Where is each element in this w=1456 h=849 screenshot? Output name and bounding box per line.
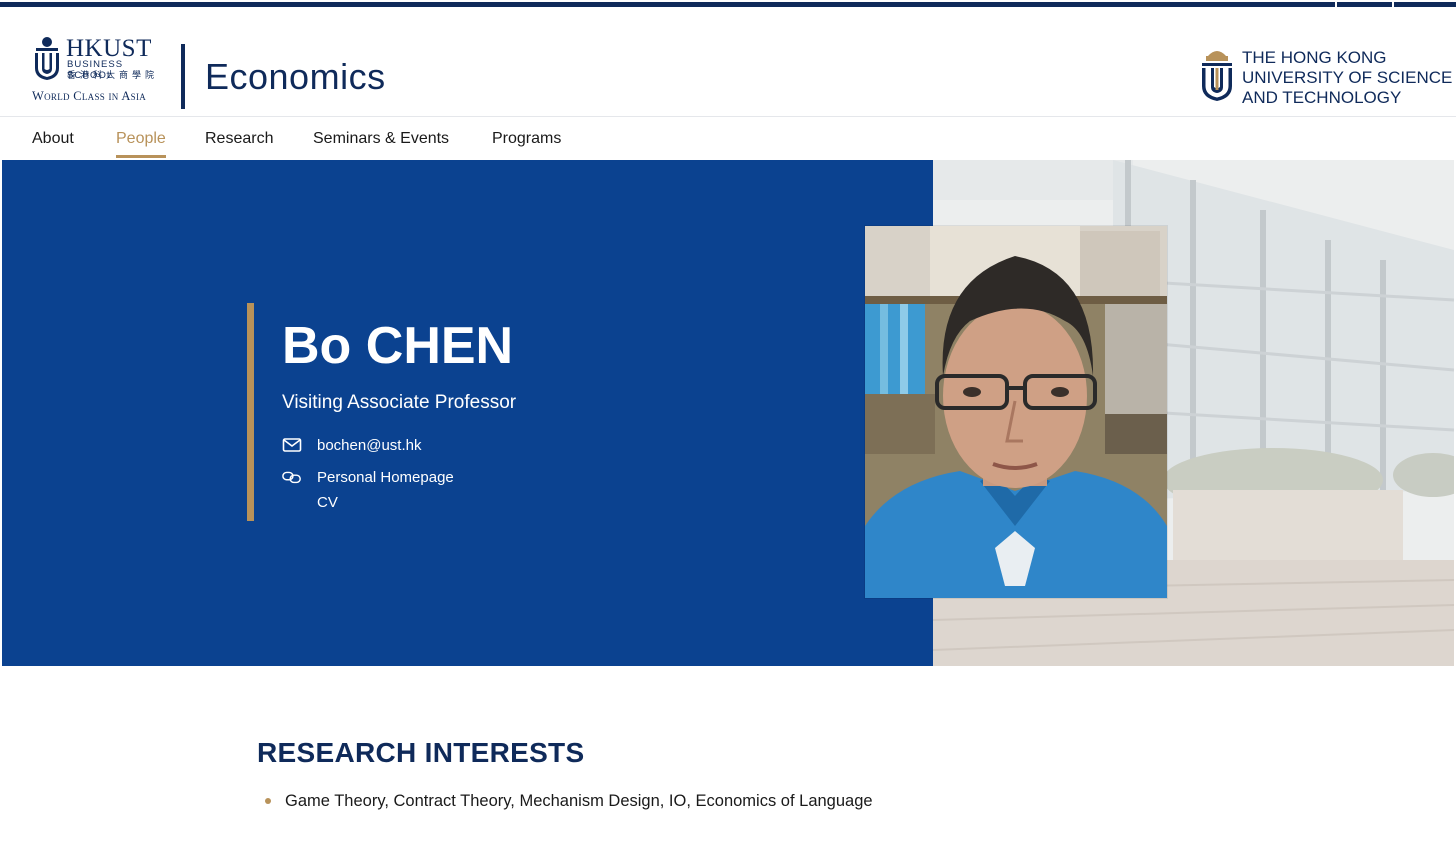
name-accent-bar xyxy=(247,303,254,521)
hkust-wordmark: HKUST xyxy=(66,35,152,62)
profile-photo-illustration xyxy=(865,226,1167,598)
link-icon xyxy=(282,471,301,484)
main-nav: About People Research Seminars & Events … xyxy=(0,117,1456,160)
nav-item-programs[interactable]: Programs xyxy=(492,129,561,149)
hkust-business-school-logo[interactable]: HKUST BUSINESS SCHOOL 香港科大商學院 World Clas… xyxy=(32,36,162,106)
email-link[interactable]: bochen@ust.hk xyxy=(317,437,421,454)
logo-tagline: World Class in Asia xyxy=(32,89,147,103)
nav-item-about[interactable]: About xyxy=(32,129,74,149)
hkust-university-emblem-icon xyxy=(1202,51,1232,101)
department-title[interactable]: Economics xyxy=(205,56,386,98)
profile-title: Visiting Associate Professor xyxy=(282,392,517,413)
contact-homepage: Personal Homepage xyxy=(282,466,454,488)
hkust-emblem-icon xyxy=(35,37,59,80)
research-interests-heading: RESEARCH INTERESTS xyxy=(257,737,585,768)
list-item: Game Theory, Contract Theory, Mechanism … xyxy=(265,790,873,812)
hkust-university-logo[interactable]: The Hong Kong University of Science and … xyxy=(1200,48,1452,108)
business-school-chinese-label: 香港科大商學院 xyxy=(67,70,159,80)
profile-photo xyxy=(865,226,1167,598)
personal-homepage-link[interactable]: Personal Homepage xyxy=(317,469,454,486)
nav-item-seminars-events[interactable]: Seminars & Events xyxy=(313,129,449,149)
profile-hero: Bo CHEN Visiting Associate Professor boc… xyxy=(2,160,1454,666)
university-name: The Hong Kong University of Science and … xyxy=(1242,48,1453,107)
nav-item-research[interactable]: Research xyxy=(205,129,273,149)
research-interests-list: Game Theory, Contract Theory, Mechanism … xyxy=(265,790,873,812)
top-rule xyxy=(0,0,1456,8)
contact-email: bochen@ust.hk xyxy=(282,434,421,456)
cv-link[interactable]: CV xyxy=(317,493,338,513)
logo-divider xyxy=(181,44,185,109)
profile-name: Bo CHEN xyxy=(282,317,514,375)
envelope-icon xyxy=(282,438,302,452)
site-header: HKUST BUSINESS SCHOOL 香港科大商學院 World Clas… xyxy=(0,8,1456,117)
nav-item-people[interactable]: People xyxy=(116,129,166,158)
